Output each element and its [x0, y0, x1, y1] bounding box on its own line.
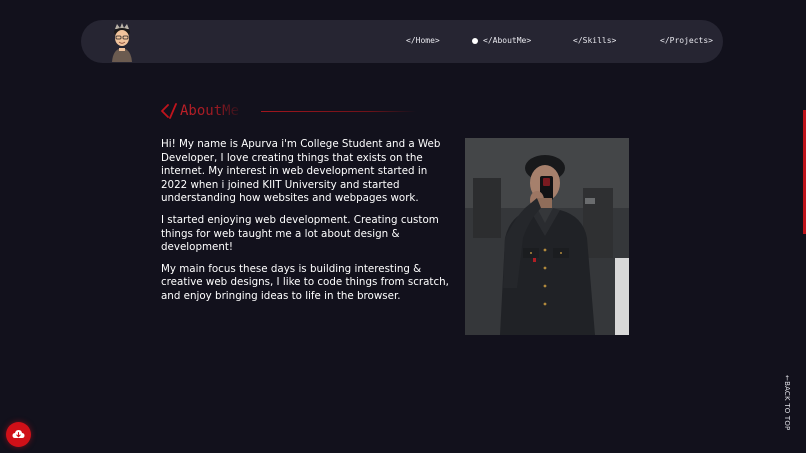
nav-link-projects[interactable]: </Projects>: [660, 36, 713, 46]
back-to-top-label: ←BACK TO TOP: [783, 375, 791, 431]
cloud-download-icon: [12, 430, 25, 438]
avatar-icon[interactable]: [107, 21, 137, 63]
about-text: Hi! My name is Apurva i'm College Studen…: [161, 138, 453, 312]
nav-link-home[interactable]: </Home>: [406, 36, 440, 46]
nav-active-indicator: [472, 38, 478, 44]
section-title: AboutMe: [180, 103, 240, 119]
about-paragraph-3: My main focus these days is building int…: [161, 262, 449, 302]
heading-divider: [261, 111, 416, 112]
profile-photo: [465, 138, 629, 335]
code-slash-icon: [161, 103, 177, 119]
back-to-top-link[interactable]: ←BACK TO TOP: [783, 375, 798, 431]
nav-link-aboutme[interactable]: </AboutMe>: [483, 36, 531, 46]
about-paragraph-1: Hi! My name is Apurva i'm College Studen…: [161, 138, 441, 205]
about-paragraph-2: I started enjoying web development. Crea…: [161, 213, 439, 254]
section-heading: AboutMe: [161, 102, 431, 122]
download-button[interactable]: [6, 422, 31, 447]
nav-link-skills[interactable]: </Skills>: [573, 36, 616, 46]
navbar: </Home> </AboutMe> </Skills> </Projects>: [81, 20, 723, 63]
